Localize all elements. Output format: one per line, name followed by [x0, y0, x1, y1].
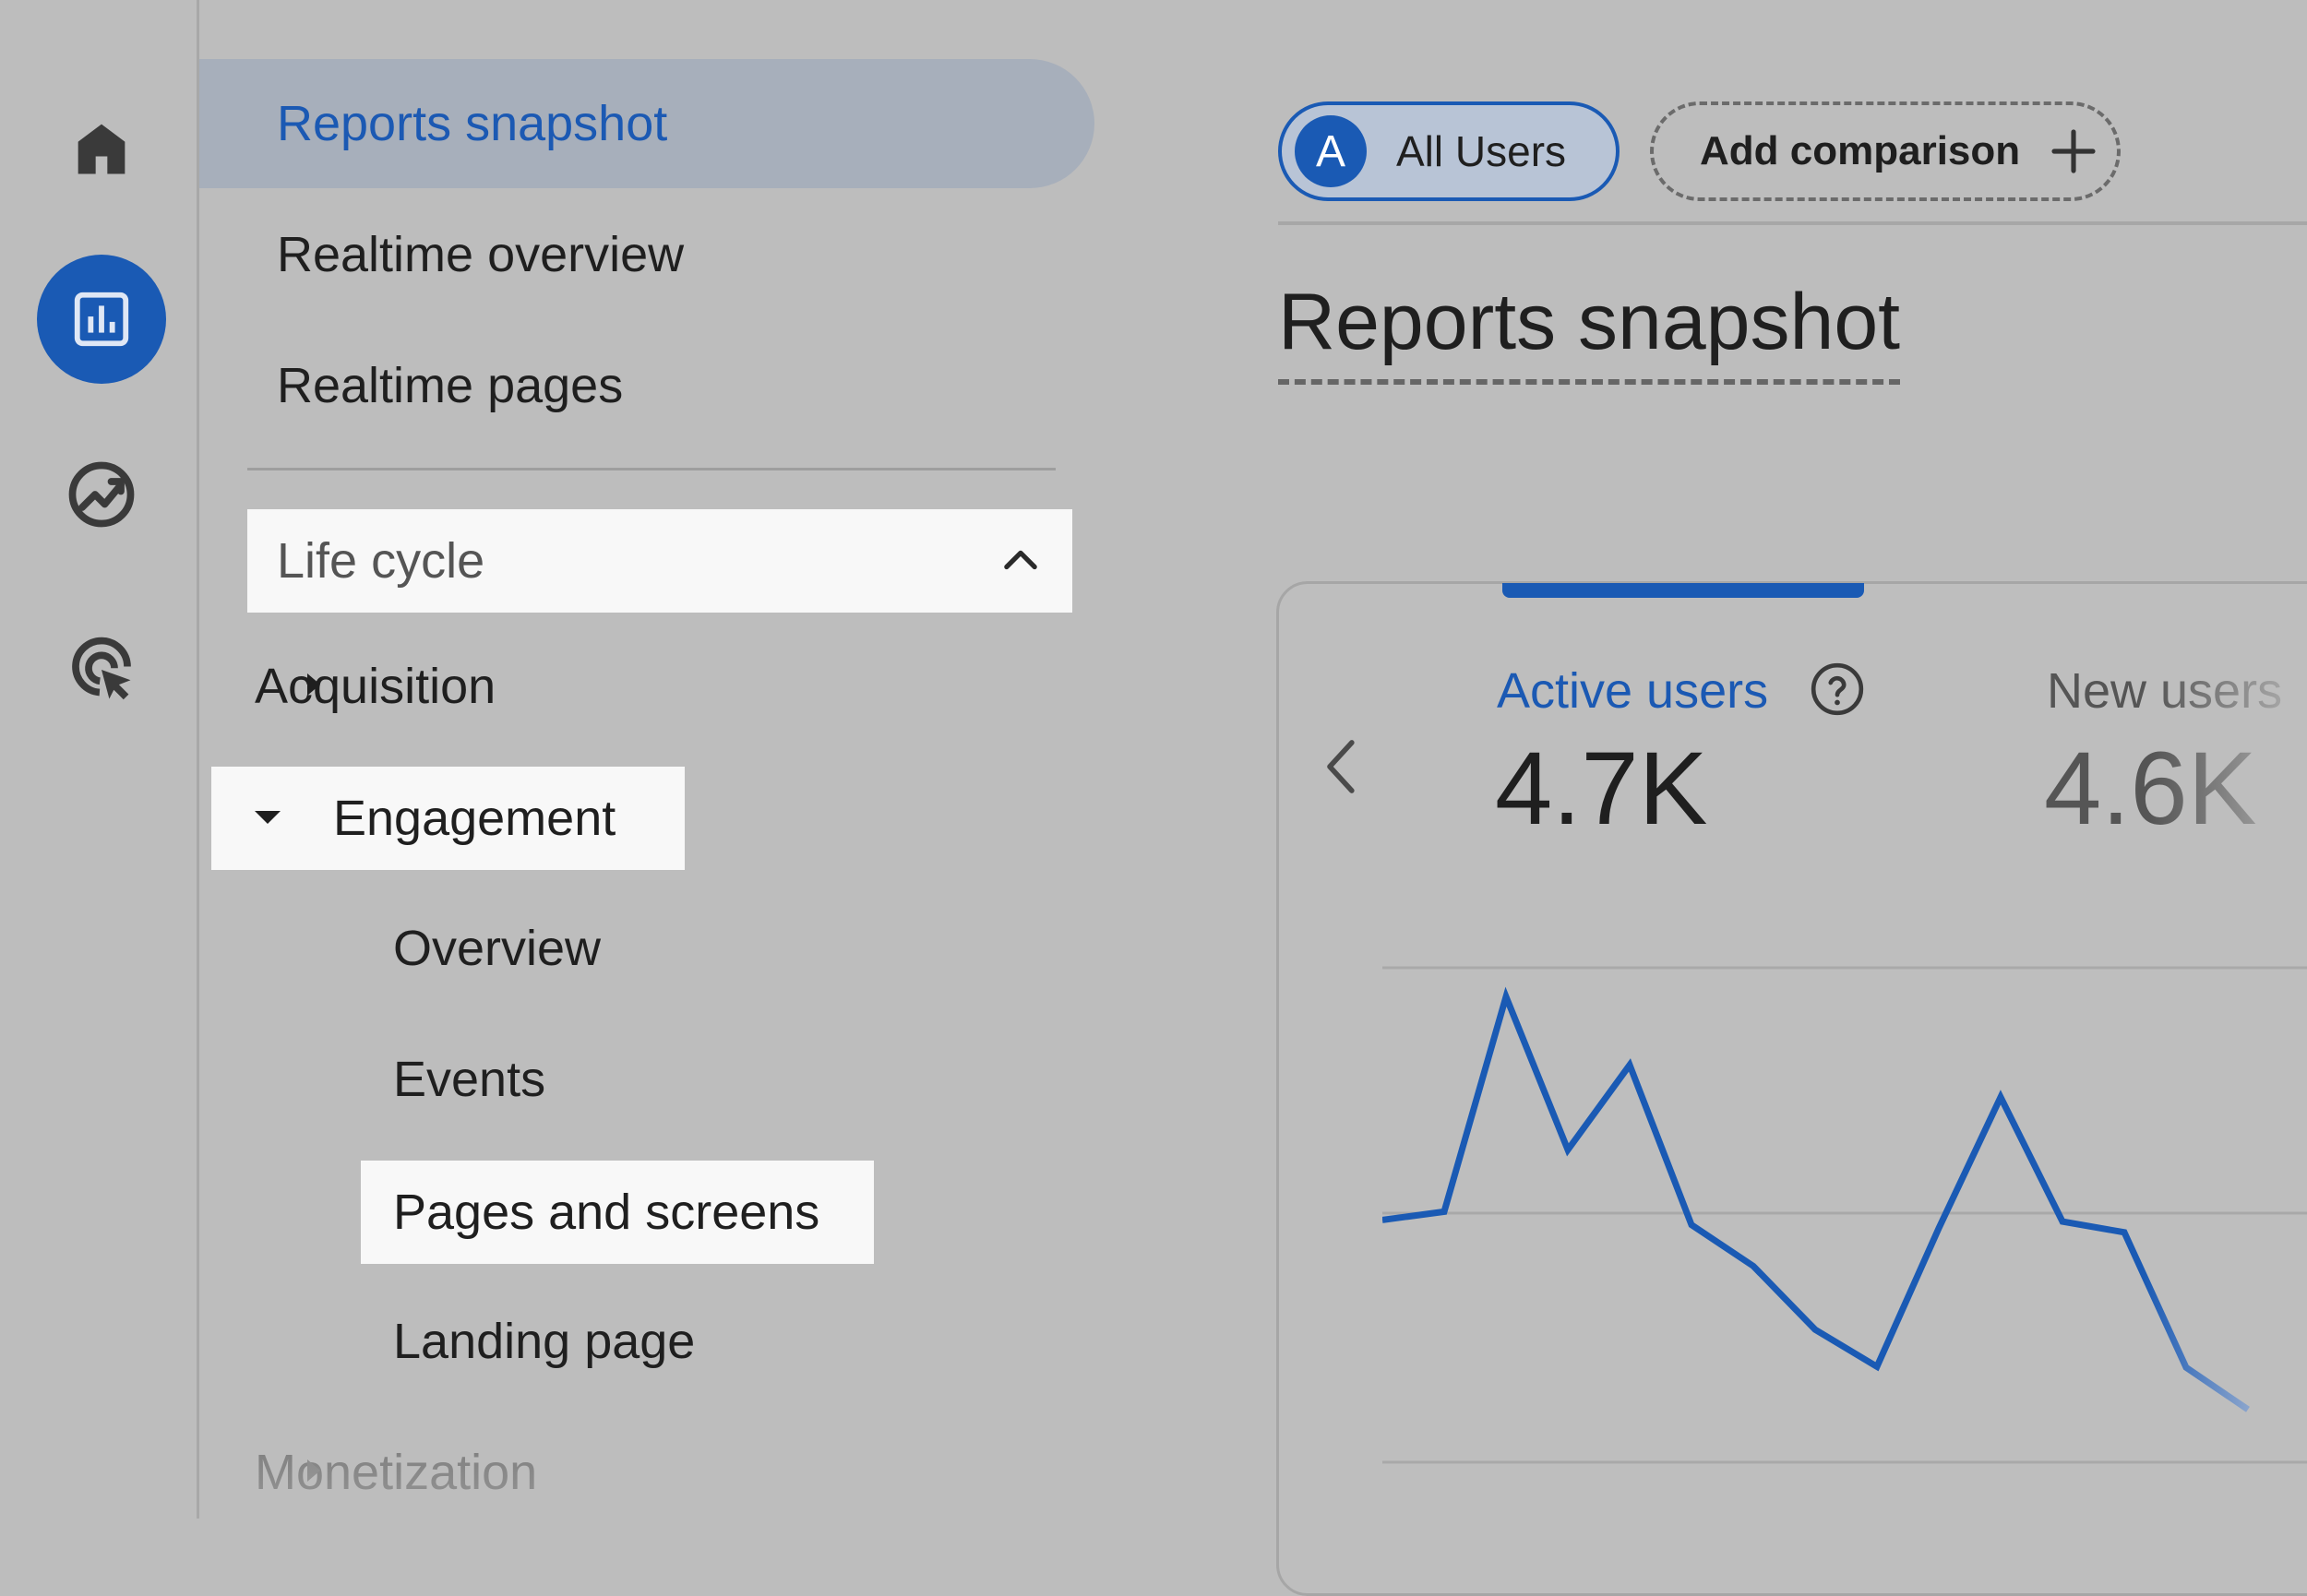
- page-title: Reports snapshot: [1278, 277, 1901, 385]
- tree-item-label: Acquisition: [255, 659, 496, 714]
- home-icon[interactable]: [37, 83, 166, 212]
- tree-item-label: Events: [393, 1052, 546, 1107]
- nav-divider: [247, 468, 1056, 470]
- selected-metric-indicator: [1502, 583, 1864, 598]
- metric-fade-overlay: [2150, 646, 2307, 849]
- nav-item-label: Realtime pages: [277, 358, 624, 413]
- left-rail: [0, 0, 199, 1519]
- add-comparison-label: Add comparison: [1700, 128, 2021, 173]
- metric-value-active-users: 4.7K: [1495, 731, 1708, 846]
- tree-item-label: Engagement: [333, 791, 616, 846]
- tree-item-overview[interactable]: Overview: [393, 897, 601, 1000]
- segment-avatar: A: [1295, 115, 1367, 187]
- tree-item-label: Pages and screens: [393, 1185, 820, 1240]
- caret-right-icon: [307, 1459, 320, 1482]
- section-life-cycle[interactable]: Life cycle: [247, 509, 1072, 613]
- header-divider: [1278, 221, 2307, 225]
- tree-item-acquisition[interactable]: Acquisition: [247, 635, 496, 738]
- tree-item-engagement[interactable]: Engagement: [211, 767, 685, 870]
- section-label: Life cycle: [277, 533, 485, 589]
- chevron-left-icon[interactable]: [1318, 733, 1366, 800]
- reports-icon[interactable]: [37, 255, 166, 384]
- add-comparison-button[interactable]: Add comparison: [1650, 101, 2121, 201]
- segment-label: All Users: [1396, 127, 1567, 175]
- chevron-up-icon: [1004, 550, 1037, 570]
- tree-item-landing-page[interactable]: Landing page: [393, 1290, 695, 1393]
- nav-item-realtime-pages[interactable]: Realtime pages: [277, 321, 623, 450]
- series-line-active-users: [1382, 986, 2250, 1412]
- tree-item-pages-and-screens[interactable]: Pages and screens: [361, 1161, 874, 1264]
- caret-down-icon: [255, 811, 281, 824]
- tree-item-label: Overview: [393, 921, 602, 976]
- explore-icon[interactable]: [37, 430, 166, 559]
- tree-item-monetization[interactable]: Monetization: [247, 1421, 537, 1524]
- segment-chip-all-users[interactable]: A All Users: [1278, 101, 1620, 201]
- active-users-trend-chart: [1382, 986, 2250, 1412]
- advertising-icon[interactable]: [37, 605, 166, 734]
- metric-label-active-users[interactable]: Active users: [1497, 662, 1768, 720]
- tree-item-events[interactable]: Events: [393, 1028, 545, 1131]
- tree-item-label: Landing page: [393, 1314, 696, 1369]
- reports-navigation: Reports snapshot Realtime overview Realt…: [199, 0, 1122, 1519]
- tree-item-label: Monetization: [255, 1445, 538, 1500]
- nav-item-label: Realtime overview: [277, 227, 685, 282]
- nav-item-realtime-overview[interactable]: Realtime overview: [277, 190, 684, 319]
- nav-item-reports-snapshot[interactable]: Reports snapshot: [199, 59, 1094, 188]
- caret-right-icon: [307, 673, 320, 696]
- help-icon[interactable]: [1809, 661, 1866, 718]
- plus-icon: [2051, 129, 2096, 173]
- nav-item-label: Reports snapshot: [277, 96, 668, 151]
